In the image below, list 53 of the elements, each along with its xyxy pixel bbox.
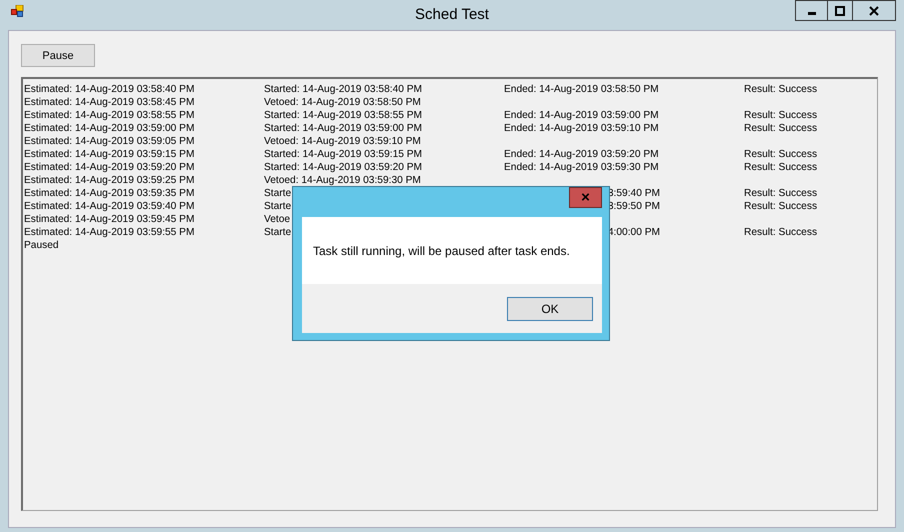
action-text: Starte [264,188,292,199]
estimated-text: Estimated: 14-Aug-2019 03:59:40 PM [24,200,196,213]
status-text: Paused [24,239,60,252]
result-text: Result: Success [744,84,818,95]
close-button[interactable] [852,0,896,21]
estimated-text: Estimated: 14-Aug-2019 03:59:15 PM [24,148,196,161]
estimated-text: Estimated: 14-Aug-2019 03:58:55 PM [24,109,196,122]
action-text: Started: 14-Aug-2019 03:59:20 PM [264,162,422,173]
close-button[interactable]: × [569,187,602,208]
ended-text: Ended: 14-Aug-2019 03:58:50 PM [504,84,659,95]
ended-text: Ended: 14-Aug-2019 03:59:30 PM [504,162,659,173]
ended-text: 3:59:50 PM [608,201,660,212]
ended-text: 4:00:00 PM [608,227,660,238]
action-text: Vetoed: 14-Aug-2019 03:59:30 PM [264,175,421,186]
action-text: Vetoed: 14-Aug-2019 03:58:50 PM [264,97,421,108]
result-text: Result: Success [744,149,818,160]
ok-button[interactable]: OK [507,297,593,321]
action-text: Started: 14-Aug-2019 03:58:40 PM [264,84,422,95]
estimated-text: Estimated: 14-Aug-2019 03:59:35 PM [24,187,196,200]
action-text: Vetoed: 14-Aug-2019 03:59:10 PM [264,136,421,147]
pause-button[interactable]: Pause [21,44,95,67]
action-text: Starte [264,201,292,212]
action-text: Starte [264,227,292,238]
result-text: Result: Success [744,110,818,121]
maximize-icon [835,6,845,16]
result-text: Result: Success [744,227,818,238]
estimated-text: Estimated: 14-Aug-2019 03:59:20 PM [24,161,196,174]
result-text: Result: Success [744,201,818,212]
estimated-text: Estimated: 14-Aug-2019 03:59:55 PM [24,226,196,239]
result-text: Result: Success [744,188,818,199]
window-title: Sched Test [415,6,489,23]
app-icon [11,5,24,17]
estimated-text: Estimated: 14-Aug-2019 03:59:05 PM [24,135,196,148]
ended-text: Ended: 14-Aug-2019 03:59:10 PM [504,123,659,134]
action-text: Started: 14-Aug-2019 03:59:15 PM [264,149,422,160]
close-icon [869,6,879,16]
dialog-message: Task still running, will be paused after task ends. [313,244,570,258]
ended-text: 3:59:40 PM [608,188,660,199]
ended-text: Ended: 14-Aug-2019 03:59:00 PM [504,110,659,121]
result-text: Result: Success [744,162,818,173]
estimated-text: Estimated: 14-Aug-2019 03:58:45 PM [24,96,196,109]
maximize-button[interactable] [827,0,853,21]
action-text: Started: 14-Aug-2019 03:59:00 PM [264,123,422,134]
estimated-text: Estimated: 14-Aug-2019 03:58:40 PM [24,83,196,96]
action-text: Vetoe [264,214,290,225]
minimize-button[interactable] [795,0,828,21]
estimated-text: Estimated: 14-Aug-2019 03:59:00 PM [24,122,196,135]
minimize-icon [808,12,816,15]
ended-text: Ended: 14-Aug-2019 03:59:20 PM [504,149,659,160]
result-text: Result: Success [744,123,818,134]
estimated-text: Estimated: 14-Aug-2019 03:59:45 PM [24,213,196,226]
estimated-text: Estimated: 14-Aug-2019 03:59:25 PM [24,174,196,187]
action-text: Started: 14-Aug-2019 03:58:55 PM [264,110,422,121]
